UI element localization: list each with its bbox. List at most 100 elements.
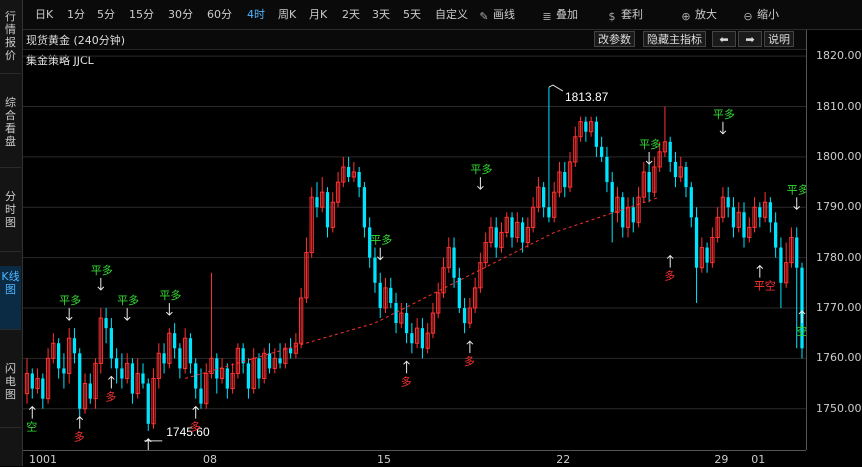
candle-body: [494, 227, 498, 248]
candle-body: [600, 146, 604, 157]
candle-body: [172, 333, 177, 349]
candle-body: [162, 353, 166, 364]
low-label: 1745.60: [166, 425, 210, 439]
candle-body: [689, 187, 693, 218]
signal-long: 多: [74, 416, 85, 444]
candle-body: [394, 302, 398, 324]
candle-body: [146, 383, 150, 424]
price-tick-label: 1770.00: [816, 300, 862, 314]
candle-body: [109, 328, 113, 359]
signal-label: 多: [190, 420, 201, 434]
signal-label: 平多: [117, 293, 139, 307]
candle-body: [325, 192, 330, 228]
signal-flat-long: 平多: [470, 162, 492, 190]
candle-body: [288, 348, 293, 354]
candle-body: [246, 363, 251, 389]
candle-body: [41, 378, 45, 399]
candlestick-chart[interactable]: 1813.871745.60空平多多平多多平多空平多多平多多多平多平多平多平多空…: [0, 0, 806, 450]
signal-label: 平空: [754, 279, 776, 293]
candle-body: [104, 318, 108, 329]
candle-body: [731, 207, 736, 228]
candle-body: [56, 343, 61, 369]
candle-body: [520, 222, 525, 243]
candle-body: [346, 166, 351, 178]
candle-body: [130, 363, 135, 394]
candle-body: [257, 358, 261, 379]
candle-body: [605, 156, 609, 183]
candle-body: [631, 207, 635, 223]
candle-body: [141, 373, 145, 384]
candle-body: [610, 182, 614, 213]
candle-body: [510, 217, 514, 238]
signal-label: 平多: [59, 293, 81, 307]
candle-body: [742, 212, 746, 238]
candle-body: [389, 287, 393, 303]
candle-body: [120, 368, 124, 379]
candle-body: [373, 257, 377, 283]
candle-body: [267, 353, 272, 369]
date-axis: 1001 08 15 22 29 01: [23, 450, 806, 467]
signal-long: 多: [105, 375, 116, 403]
signal-label: 平多: [370, 233, 392, 247]
signal-flat-long: 平多: [159, 288, 181, 316]
candle-body: [758, 207, 762, 218]
date-tick-label: 22: [556, 453, 571, 466]
candle-body: [72, 338, 77, 354]
signal-short: 空: [26, 405, 37, 434]
candle-body: [774, 222, 778, 248]
high-label: 1813.87: [565, 90, 609, 104]
price-tick-label: 1760.00: [816, 351, 862, 365]
candle-body: [114, 358, 119, 369]
candle-body: [62, 368, 66, 374]
date-tick-label: 1001: [29, 453, 57, 466]
signal-flat-long: 平多: [787, 182, 806, 211]
candle-body: [705, 247, 709, 263]
price-tick-label: 1790.00: [816, 200, 862, 214]
candle-body: [225, 368, 229, 389]
candle-body: [684, 166, 688, 188]
candle-body: [357, 172, 361, 188]
signal-flat-short: 平空: [754, 264, 776, 293]
candle-body: [215, 358, 219, 379]
signal-label: 平多: [159, 288, 181, 302]
signal-label: 平多: [470, 162, 492, 176]
signal-flat-long: 平多: [117, 293, 139, 321]
signal-flat-long: 平多: [91, 263, 113, 291]
signal-label: 多: [464, 354, 475, 368]
signal-label: 平多: [787, 182, 806, 196]
date-tick-label: 29: [714, 453, 729, 466]
signal-label: 平多: [639, 137, 661, 151]
date-tick-label: 15: [376, 453, 391, 466]
signal-long: 多: [664, 254, 675, 283]
signal-long: 多: [464, 340, 475, 368]
date-tick-label: 01: [751, 453, 766, 466]
candle-body: [668, 141, 672, 162]
price-axis: 1820.00 1810.00 1800.00 1790.00 1780.00 1770.…: [806, 30, 862, 450]
candle-body: [194, 363, 198, 389]
candle-body: [178, 348, 182, 369]
signal-label: 空: [796, 324, 806, 338]
signal-label: 多: [401, 374, 412, 388]
candle-body: [457, 277, 461, 308]
candle-body: [462, 307, 467, 324]
signal-label: 多: [105, 389, 116, 403]
signal-label: 平多: [91, 263, 113, 277]
candle-body: [452, 247, 456, 278]
price-tick-label: 1820.00: [816, 49, 862, 63]
signal-flat-long: 平多: [370, 233, 392, 261]
candle-body: [378, 282, 382, 308]
candle-body: [647, 172, 651, 193]
candle-body: [30, 373, 34, 389]
candle-body: [199, 388, 203, 404]
candle-body: [78, 353, 82, 409]
candle-body: [542, 187, 546, 208]
candle-body: [362, 187, 367, 228]
candle-body: [779, 247, 783, 283]
candle-body: [795, 237, 799, 268]
candle-body: [768, 202, 773, 223]
price-tick-label: 1800.00: [816, 149, 862, 163]
signal-label: 多: [74, 430, 85, 444]
candle-body: [188, 338, 193, 364]
signal-label: 空: [26, 420, 37, 434]
price-tick-label: 1750.00: [816, 401, 862, 415]
